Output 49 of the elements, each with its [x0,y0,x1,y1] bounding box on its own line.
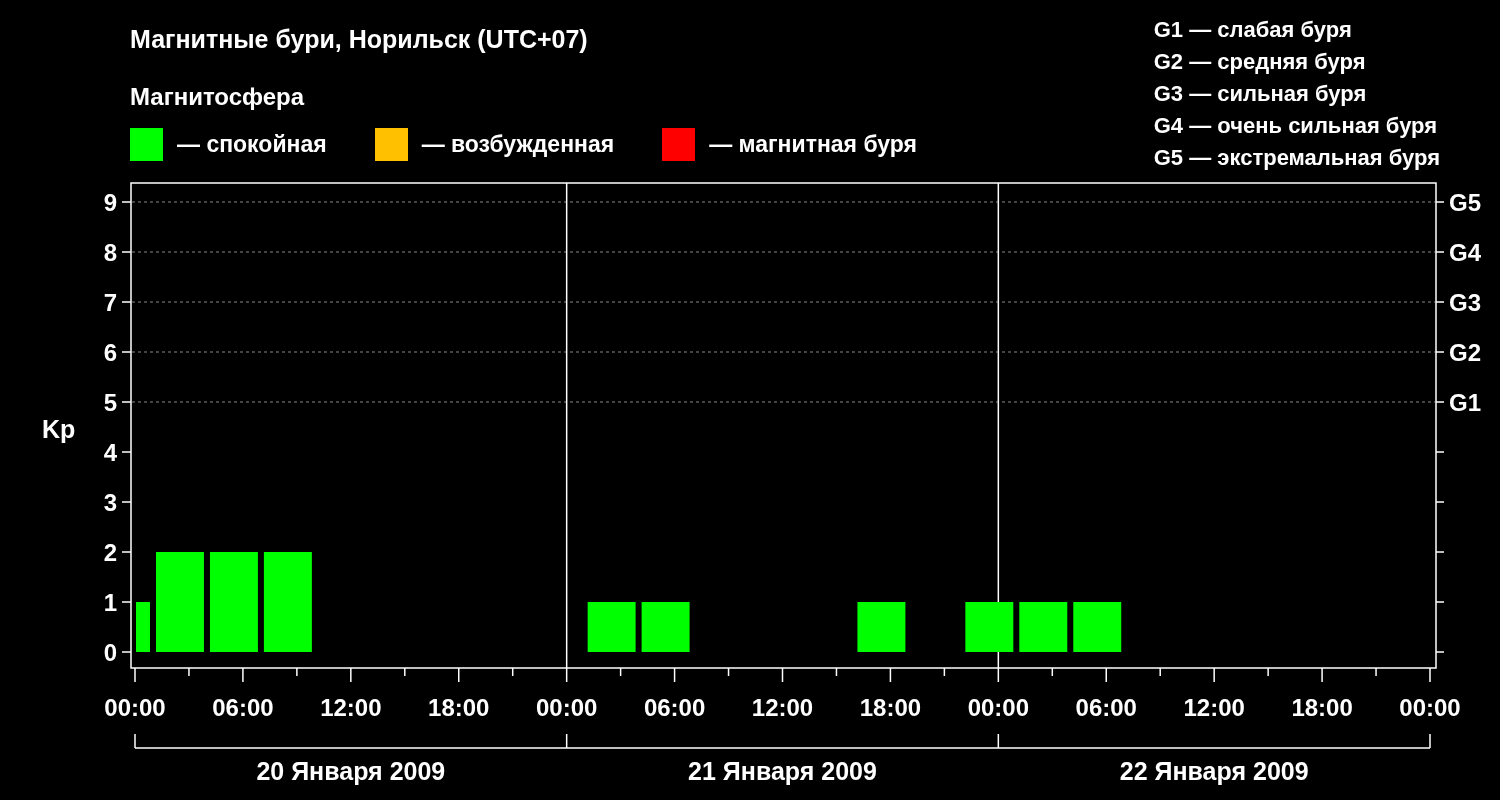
day-label: 20 Января 2009 [256,757,446,785]
x-tick-label: 00:00 [535,694,598,721]
storm-scale-entry: G4 — очень сильная буря [1153,112,1439,140]
x-tick-label: 18:00 [428,694,490,721]
storm-level-label: G5 [1449,189,1481,216]
x-tick-label: 18:00 [859,694,922,721]
legend-heading: Магнитосфера [130,82,306,112]
y-tick-label: 6 [103,339,117,366]
legend-label: — возбужденная [421,131,615,158]
kp-bar [136,602,150,652]
kp-bar [641,602,690,652]
x-tick-label: 00:00 [104,694,166,721]
x-tick-label: 00:00 [967,694,1030,721]
storm-level-label: G3 [1449,289,1481,316]
x-tick-label: 12:00 [1183,694,1245,721]
y-axis-label: Kp [42,415,76,443]
kp-bar [857,602,906,652]
x-tick-label: 06:00 [212,694,274,721]
storm-scale-entry: G5 — экстремальная буря [1153,144,1440,172]
storm-scale-entry: G1 — слабая буря [1153,16,1353,44]
y-tick-label: 9 [103,189,117,216]
x-tick-label: 12:00 [751,694,814,721]
x-tick-label: 18:00 [1291,694,1353,721]
x-tick-label: 00:00 [1399,694,1461,721]
y-tick-label: 5 [103,389,117,416]
legend-label: — спокойная [177,131,327,158]
y-tick-label: 7 [103,289,117,316]
storm-level-label: G1 [1449,389,1481,416]
storm-level-label: G2 [1449,339,1481,366]
y-tick-label: 4 [103,439,117,466]
day-label: 22 Января 2009 [1119,757,1309,785]
kp-bar [1019,602,1068,652]
kp-bar [965,602,1014,652]
y-tick-label: 0 [103,639,117,666]
day-label: 21 Января 2009 [688,757,877,785]
y-tick-label: 8 [103,239,117,266]
kp-bar [1073,602,1122,652]
chart-title: Магнитные бури, Норильск (UTC+07) [130,24,589,55]
legend-label: — магнитная буря [709,131,917,158]
y-tick-label: 2 [103,539,117,566]
x-tick-label: 12:00 [320,694,382,721]
y-tick-label: 1 [103,589,117,616]
storm-scale-entry: G3 — сильная буря [1153,80,1368,108]
x-tick-label: 06:00 [1075,694,1137,721]
x-tick-label: 06:00 [643,694,706,721]
kp-bar [587,602,636,652]
storm-level-label: G4 [1449,239,1481,266]
storm-scale-entry: G2 — средняя буря [1153,48,1367,76]
y-tick-label: 3 [103,489,117,516]
